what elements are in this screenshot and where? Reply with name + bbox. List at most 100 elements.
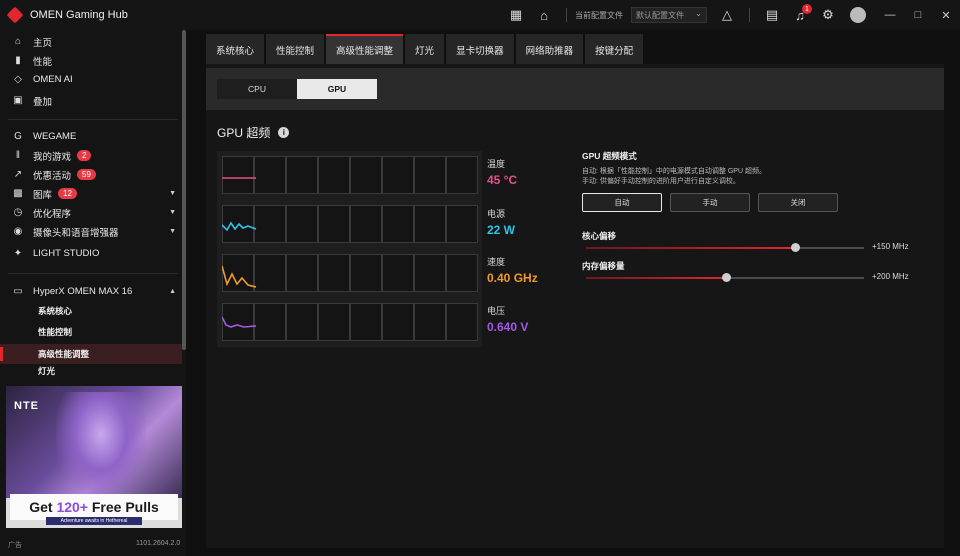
library-icon: ‖: [15, 150, 21, 161]
minimize-button[interactable]: —: [876, 9, 904, 21]
ad-headline-highlight: 120+: [56, 499, 88, 515]
graph-cell: [414, 254, 446, 292]
main-content: CPU GPU GPU 超频 i 温度 45 °C 电源 22 W 速度 0.4…: [206, 64, 944, 548]
sidebar-item-device[interactable]: ▭ HyperX OMEN MAX 16 ▲: [0, 282, 182, 301]
graph-cell: [318, 205, 350, 243]
sidebar-item-label: LIGHT STUDIO: [33, 248, 100, 259]
light-studio-icon: ✦: [13, 248, 23, 259]
sidebar-item-label: 主页: [33, 37, 53, 49]
tab-advanced-tuning[interactable]: 高级性能调整: [326, 34, 404, 64]
camera-icon: ◉: [13, 226, 23, 237]
sparkline-line: [222, 265, 257, 288]
graph-cell: [382, 303, 414, 341]
profile-select[interactable]: 默认配置文件 ⌄: [631, 7, 707, 23]
segment-cpu[interactable]: CPU: [217, 79, 297, 99]
sidebar-item-home[interactable]: ⌂ 主页: [0, 32, 182, 51]
content-scrollbar[interactable]: [944, 64, 948, 548]
graph-cell: [350, 156, 382, 194]
tab-gpu-switcher[interactable]: 显卡切换器: [446, 34, 514, 64]
info-icon[interactable]: i: [278, 127, 290, 138]
gpu-mode-desc-auto: 自动: 根据「性能控制」中的电源模式自动调整 GPU 超频。: [582, 168, 766, 175]
sidebar-item-light-studio[interactable]: ✦ LIGHT STUDIO: [0, 244, 182, 263]
chevron-down-icon: ⌄: [695, 9, 702, 18]
graph-cell: [414, 303, 446, 341]
sidebar-item-performance[interactable]: ▮ 性能: [0, 51, 182, 70]
power-graph: [222, 205, 478, 243]
sidebar-item-omen-ai[interactable]: ◇ OMEN AI: [0, 70, 182, 89]
sidebar-item-gallery[interactable]: ▩ 图库 12 ▼: [0, 184, 182, 203]
graph-cell: [318, 254, 350, 292]
sidebar-item-label: 优惠活动: [33, 170, 72, 182]
avatar[interactable]: [850, 7, 866, 23]
window-capture-icon[interactable]: ▤: [764, 7, 780, 23]
sidebar-item-my-games[interactable]: ‖ 我的游戏 2: [0, 146, 182, 165]
slider-thumb[interactable]: [722, 273, 732, 282]
graph-cell: [286, 254, 318, 292]
metric-temperature: 温度 45 °C: [487, 157, 517, 187]
close-button[interactable]: ✕: [932, 9, 960, 22]
sidebar-scrollbar[interactable]: [182, 30, 186, 350]
caret-down-icon[interactable]: ▼: [169, 190, 176, 197]
home-icon[interactable]: ⌂: [536, 7, 552, 23]
gpu-mode-description: 自动: 根据「性能控制」中的电源模式自动调整 GPU 超频。 手动: 供偏好手动…: [582, 167, 912, 187]
sidebar-item-overlay[interactable]: ▣ 叠加: [0, 91, 182, 110]
sidebar-subitem-system-core[interactable]: 系统核心: [0, 301, 182, 321]
count-badge: 59: [77, 169, 96, 180]
memory-offset-slider: 内存偏移量 +200 MHz: [582, 260, 912, 282]
metric-value: 45 °C: [487, 173, 518, 187]
sidebar-item-optimizer[interactable]: ◷ 优化程序 ▼: [0, 203, 182, 222]
ad-label: 广告: [8, 542, 22, 549]
slider-track[interactable]: [586, 273, 864, 282]
caret-down-icon[interactable]: ▼: [169, 209, 176, 216]
processor-segmented-control: CPU GPU: [217, 79, 377, 99]
sidebar-item-camera-voice[interactable]: ◉ 摄像头和语音增强器 ▼: [0, 222, 182, 241]
metric-value: 0.640 V: [487, 320, 529, 334]
maximize-button[interactable]: □: [904, 9, 932, 21]
tab-performance-control[interactable]: 性能控制: [266, 34, 325, 64]
graph-cell: [446, 254, 478, 292]
laptop-icon: ▭: [13, 286, 23, 297]
graph-cell: [446, 303, 478, 341]
section-title: GPU 超频: [217, 126, 271, 140]
profile-label: 当前配置文件: [575, 10, 623, 20]
graph-cell: [446, 156, 478, 194]
sidebar-item-label: HyperX OMEN MAX 16: [33, 286, 133, 297]
graph-cell: [286, 303, 318, 341]
tab-key-assignment[interactable]: 按键分配: [585, 34, 644, 64]
manual-button[interactable]: 手动: [670, 193, 750, 212]
ad-subline: Adventure awaits in Hethereal: [46, 517, 142, 525]
gear-icon[interactable]: ⚙: [820, 7, 836, 23]
tab-network-booster[interactable]: 网络助推器: [515, 34, 584, 64]
diamond-icon: ◇: [14, 74, 22, 85]
auto-button[interactable]: 自动: [582, 193, 662, 212]
ad-headline-suffix: Free Pulls: [87, 499, 159, 515]
sidebar-item-deals[interactable]: ↗ 优惠活动 59: [0, 165, 182, 184]
tab-lighting[interactable]: 灯光: [405, 34, 445, 64]
divider: [8, 273, 178, 274]
gamepad-icon[interactable]: △: [719, 7, 735, 23]
tab-system-core[interactable]: 系统核心: [206, 34, 265, 64]
app-title: OMEN Gaming Hub: [30, 9, 128, 21]
sidebar-item-wegame[interactable]: G WEGAME: [0, 127, 182, 146]
metric-power: 电源 22 W: [487, 207, 515, 237]
sparkline-line: [222, 316, 257, 328]
off-button[interactable]: 关闭: [758, 193, 838, 212]
caret-down-icon[interactable]: ▼: [169, 228, 176, 235]
processor-selector-bar: CPU GPU: [206, 68, 944, 110]
bell-icon[interactable]: ♫ 1: [792, 4, 812, 23]
sidebar-subitem-performance-control[interactable]: 性能控制: [0, 322, 182, 342]
bookmark-icon[interactable]: ▦: [508, 7, 524, 23]
graph-cell: [350, 254, 382, 292]
count-badge: 12: [58, 188, 77, 199]
segment-gpu[interactable]: GPU: [297, 79, 377, 99]
slider-thumb[interactable]: [790, 243, 800, 252]
temperature-graph: [222, 156, 478, 194]
caret-up-icon[interactable]: ▲: [169, 288, 176, 295]
slider-track[interactable]: [586, 243, 864, 252]
bar-chart-icon: ▮: [15, 55, 21, 66]
sidebar-subitem-advanced-tuning[interactable]: 高级性能调整: [0, 344, 182, 364]
sidebar-subitem-lighting[interactable]: 灯光: [0, 365, 182, 377]
ad-banner[interactable]: NTE Get 120+ Free Pulls Adventure awaits…: [6, 386, 182, 556]
ad-headline-prefix: Get: [29, 499, 57, 515]
graph-cell: [414, 156, 446, 194]
